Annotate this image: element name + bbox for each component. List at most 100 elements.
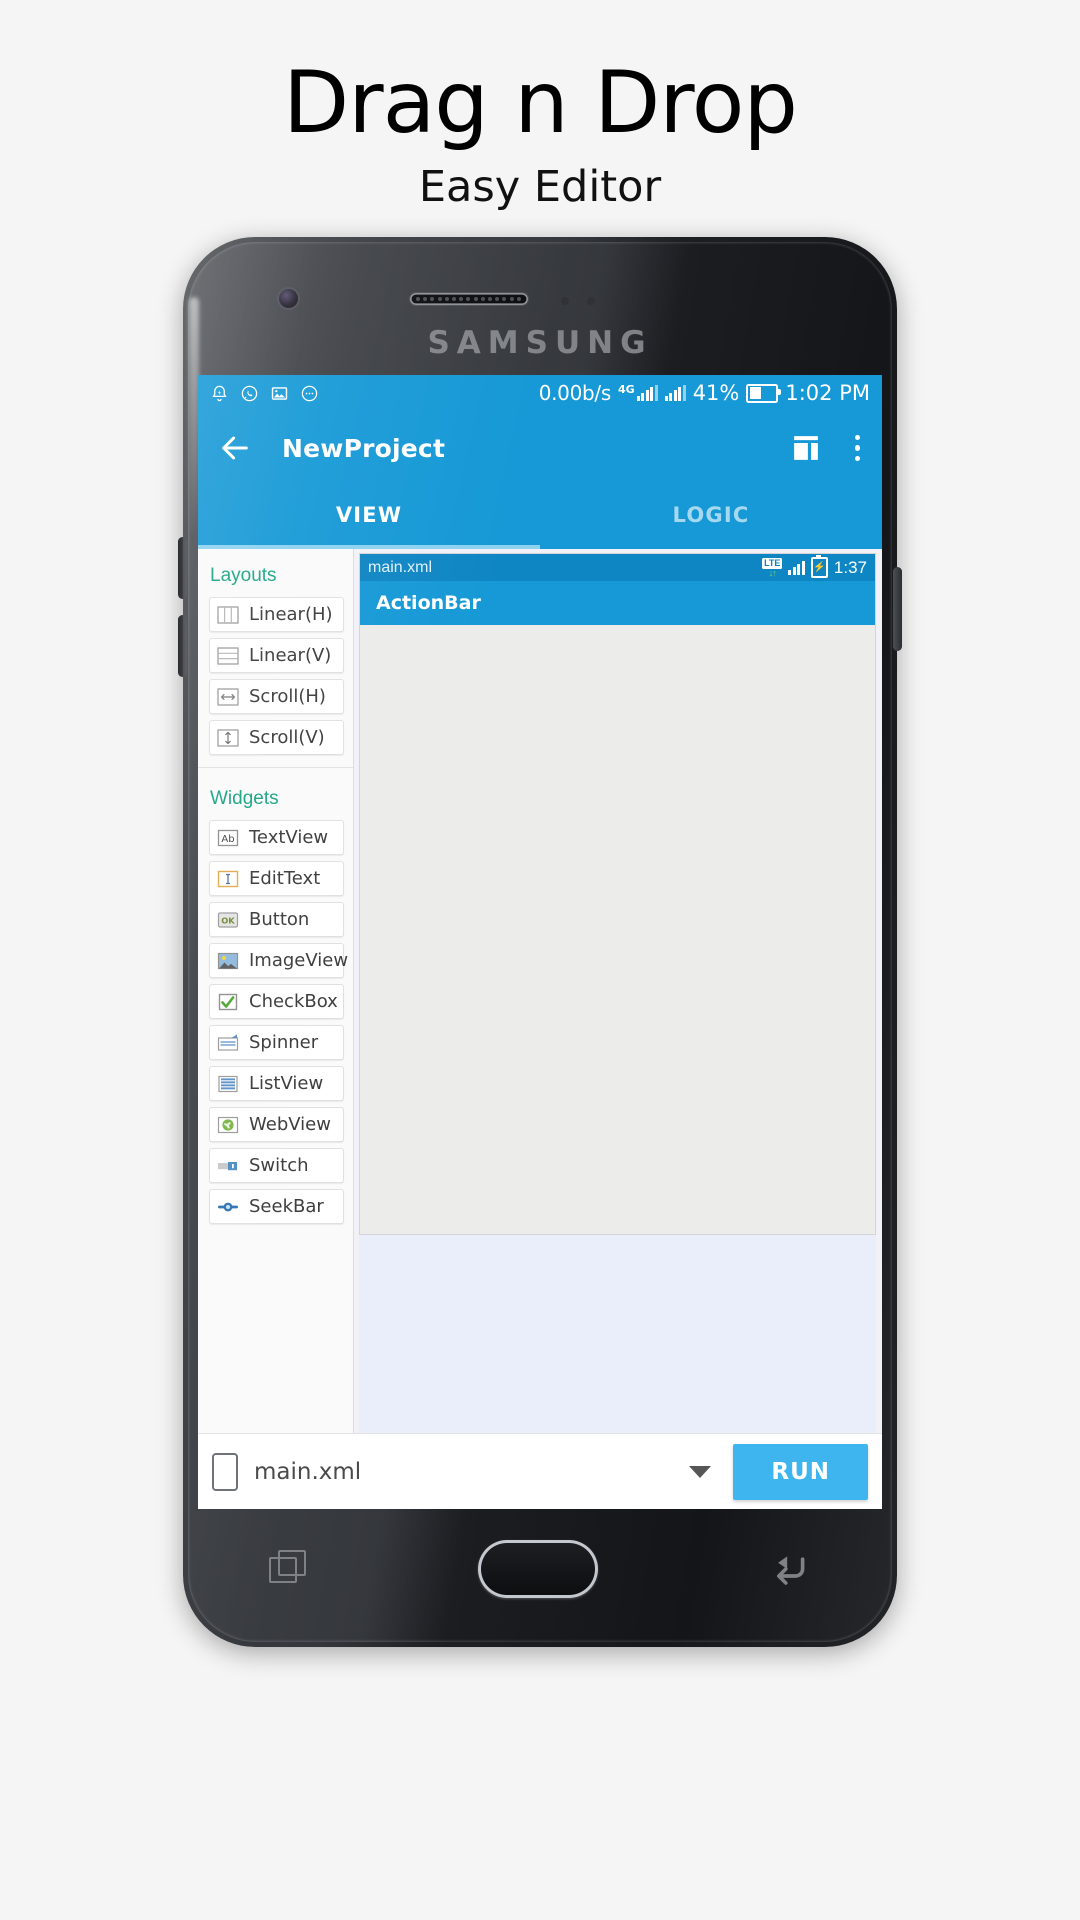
palette-item-webview[interactable]: WebView [209,1107,344,1142]
light-sensor [587,297,595,305]
listview-icon [216,1073,240,1095]
palette-item-label: SeekBar [249,1196,324,1217]
promo-header: Drag n Drop Easy Editor [0,0,1080,213]
device-brand: SAMSUNG [427,325,653,361]
preview-file-name: main.xml [368,558,433,576]
palette-item-checkbox[interactable]: CheckBox [209,984,344,1019]
status-notification-icons [210,384,319,403]
seekbar-icon [216,1196,240,1218]
preview-battery-icon: ⚡ [810,555,828,578]
textview-icon: Ab [216,827,240,849]
scroll-vertical-icon [216,727,240,749]
run-button[interactable]: RUN [733,1444,868,1500]
palette-item-label: Scroll(H) [249,686,326,707]
palette-item-linear-v[interactable]: Linear(V) [209,638,344,673]
palette-item-button[interactable]: OK Button [209,902,344,937]
webview-icon [216,1114,240,1136]
linear-vertical-icon [216,645,240,667]
checkbox-icon [216,991,240,1013]
scroll-horizontal-icon [216,686,240,708]
palette-item-label: Linear(H) [249,604,333,625]
volume-down-button[interactable] [178,615,187,677]
app-toolbar: NewProject [198,411,882,485]
earpiece-speaker [410,293,528,305]
palette-item-textview[interactable]: Ab TextView [209,820,344,855]
lte-indicator: LTE ↓↑ [762,557,783,578]
palette-item-label: Switch [249,1155,309,1176]
preview-action-bar-label: ActionBar [376,592,481,614]
palette-item-linear-h[interactable]: Linear(H) [209,597,344,632]
canvas-empty-area[interactable] [359,1235,876,1433]
project-title: NewProject [282,433,446,463]
signal-group-1: 4G [618,383,658,401]
battery-percent: 41% [692,381,740,405]
linear-horizontal-icon [216,604,240,626]
promo-subtitle: Easy Editor [418,162,662,213]
widget-palette: Layouts Linear(H) Linear(V) Scroll(H) Sc… [198,549,354,1433]
layout-switch-icon[interactable] [791,433,821,463]
edittext-icon [216,868,240,890]
palette-item-label: ListView [249,1073,324,1094]
svg-text:OK: OK [221,915,235,925]
status-bar: 0.00b/s 4G 41% 1:02 PM [198,375,882,411]
lte-label: LTE [762,557,783,569]
palette-item-listview[interactable]: ListView [209,1066,344,1101]
palette-item-edittext[interactable]: EditText [209,861,344,896]
svg-text:Ab: Ab [221,834,234,845]
palette-item-label: WebView [249,1114,331,1135]
status-clock: 1:02 PM [785,381,870,405]
back-arrow-icon [222,436,248,460]
toolbar-actions [791,431,865,466]
palette-item-label: ImageView [249,950,349,971]
image-icon [271,386,288,400]
battery-icon [746,383,782,403]
network-speed: 0.00b/s [538,381,612,405]
palette-item-label: Spinner [249,1032,319,1053]
editor-area: Layouts Linear(H) Linear(V) Scroll(H) Sc… [198,549,882,1433]
network-type-label: 4G [618,383,635,396]
preview-clock: 1:37 [833,557,867,577]
palette-item-label: Scroll(V) [249,727,325,748]
data-arrows-icon: ↓↑ [768,567,777,578]
back-button[interactable] [216,429,254,467]
volume-up-button[interactable] [178,537,187,599]
palette-item-label: Linear(V) [249,645,332,666]
proximity-sensor [561,297,569,305]
preview-device-frame: main.xml LTE ↓↑ ⚡ 1:37 ActionBar [359,553,876,1235]
signal-bars-2 [664,385,686,401]
signal-bars-1 [636,385,658,401]
switch-icon [216,1155,240,1177]
palette-item-scroll-v[interactable]: Scroll(V) [209,720,344,755]
tab-logic[interactable]: LOGIC [540,485,882,545]
preview-content-area[interactable] [360,625,875,1234]
palette-item-label: TextView [249,827,329,848]
front-camera-icon [279,289,298,308]
palette-item-seekbar[interactable]: SeekBar [209,1189,344,1224]
power-button[interactable] [893,567,902,651]
promo-title: Drag n Drop [283,53,798,153]
preview-signal-bars [788,560,805,575]
preview-status-icons: LTE ↓↑ ⚡ 1:37 [762,555,867,578]
palette-item-scroll-h[interactable]: Scroll(H) [209,679,344,714]
palette-item-label: EditText [249,868,321,889]
preview-status-bar: main.xml LTE ↓↑ ⚡ 1:37 [360,554,875,581]
preview-action-bar: ActionBar [360,581,875,625]
imageview-icon [216,950,240,972]
editor-tabs: VIEW LOGIC [198,485,882,545]
palette-item-imageview[interactable]: ImageView [209,943,348,978]
alarm-bell-icon [212,385,227,401]
palette-item-label: Button [249,909,310,930]
chevron-down-icon[interactable] [689,1466,712,1478]
palette-section-title-widgets: Widgets [198,767,353,820]
status-system-icons: 0.00b/s 4G 41% 1:02 PM [539,381,870,405]
palette-item-spinner[interactable]: Spinner [209,1025,344,1060]
bottom-action-bar: main.xml RUN [198,1433,882,1509]
palette-item-switch[interactable]: Switch [209,1148,344,1183]
chat-bubble-icon [301,385,318,401]
overflow-menu-icon[interactable] [851,431,865,466]
phone-mockup: SAMSUNG 0.00b/s 4G 41% 1:02 PM NewProjec… [178,237,902,1647]
button-icon: OK [216,909,240,931]
design-canvas[interactable]: main.xml LTE ↓↑ ⚡ 1:37 ActionBar [354,549,882,1433]
whatsapp-icon [241,385,258,401]
tab-view[interactable]: VIEW [198,485,540,545]
